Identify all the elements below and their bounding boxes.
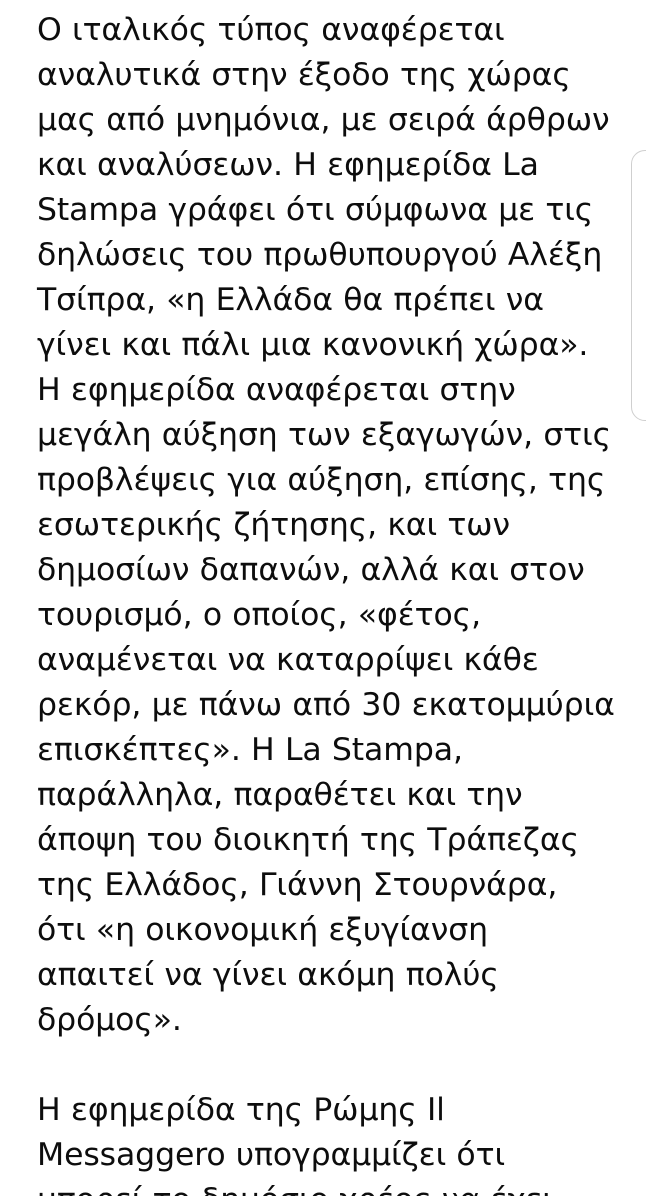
screenshot-root: Ο ιταλικός τύπος αναφέρεται αναλυτικά στ… — [0, 0, 646, 1200]
article-body: Ο ιταλικός τύπος αναφέρεται αναλυτικά στ… — [37, 8, 615, 1200]
article-paragraph-1: Ο ιταλικός τύπος αναφέρεται αναλυτικά στ… — [37, 12, 615, 1038]
scroll-panel-edge[interactable] — [631, 150, 646, 421]
bottom-crop-mask — [0, 1196, 646, 1200]
article-paragraph-2: Η εφημερίδα της Ρώμης Il Messaggero υπογ… — [37, 1092, 553, 1200]
